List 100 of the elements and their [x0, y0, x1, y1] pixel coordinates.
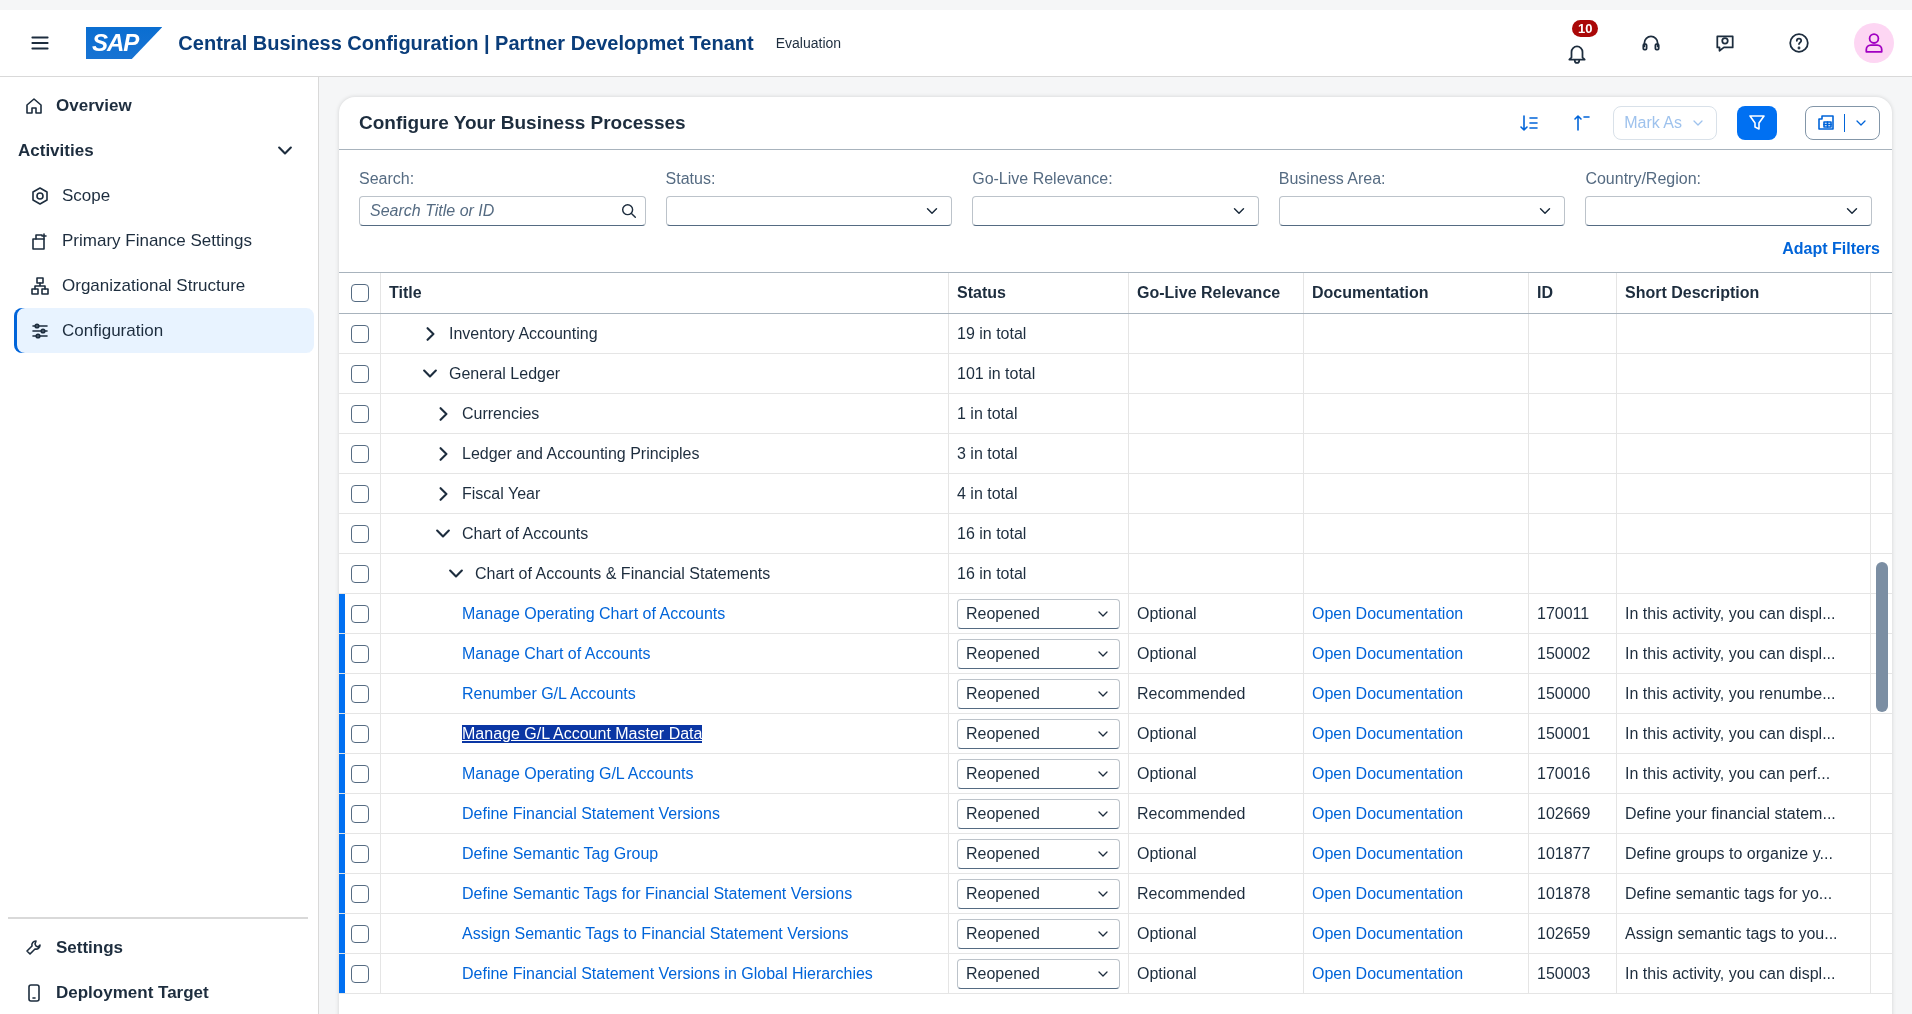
user-avatar[interactable] [1854, 23, 1894, 63]
scrollbar[interactable] [1876, 562, 1888, 712]
sidebar-item[interactable]: Scope [14, 173, 314, 218]
relevance-text: Optional [1137, 724, 1197, 743]
filter-label: Search: [359, 170, 416, 188]
relevance-text: Recommended [1137, 684, 1246, 703]
activity-link[interactable]: Manage G/L Account Master Data [462, 724, 703, 743]
relevance-text: Optional [1137, 764, 1197, 783]
activity-id: 101877 [1537, 844, 1591, 863]
app-title: Central Business Configuration | Partner Developmet Tenant [178, 31, 754, 55]
short-description: In this activity, you can displ... [1625, 644, 1836, 663]
group-title: General Ledger [449, 364, 561, 383]
adapt-filters-link[interactable]: Adapt Filters [1782, 240, 1880, 258]
status-dropdown[interactable]: Reopened [957, 678, 1120, 709]
row-checkbox[interactable] [350, 844, 369, 863]
select-all-checkbox[interactable] [350, 284, 369, 302]
status-dropdown[interactable]: Reopened [957, 918, 1120, 949]
short-description: In this activity, you can displ... [1625, 604, 1836, 623]
documentation-link[interactable]: Open Documentation [1312, 684, 1464, 703]
activity-link[interactable]: Assign Semantic Tags to Financial Statement Versions [462, 924, 849, 943]
row-checkbox[interactable] [350, 604, 369, 623]
row-checkbox[interactable] [350, 724, 369, 743]
filter-icon [1747, 113, 1767, 133]
activity-link[interactable]: Renumber G/L Accounts [462, 684, 636, 703]
row-checkbox[interactable] [350, 364, 369, 383]
documentation-link[interactable]: Open Documentation [1312, 804, 1464, 823]
wrench-icon [24, 937, 44, 958]
activity-link[interactable]: Define Semantic Tags for Financial Statement Versions [462, 884, 853, 903]
row-checkbox[interactable] [350, 804, 369, 823]
activity-id: 170016 [1537, 764, 1591, 783]
sliders-icon [30, 320, 50, 341]
sidebar-item[interactable]: Activities [8, 128, 308, 173]
short-description: Assign semantic tags to you... [1625, 924, 1838, 943]
card-title: Configure Your Business Processes [359, 112, 687, 134]
relevance-text: Optional [1137, 604, 1197, 623]
search-field[interactable]: Search Title or ID [359, 196, 646, 226]
relevance-text: Optional [1137, 844, 1197, 863]
short-description: Define your financial statem... [1625, 804, 1836, 823]
sidebar-item[interactable]: Overview [8, 83, 308, 128]
search-icon [619, 202, 638, 220]
activity-link[interactable]: Define Financial Statement Versions in Global Hierarchies [462, 964, 873, 983]
sidebar-item[interactable]: Organizational Structure [14, 263, 314, 308]
documentation-link[interactable]: Open Documentation [1312, 924, 1464, 943]
documentation-link[interactable]: Open Documentation [1312, 844, 1464, 863]
sidebar-item[interactable]: Primary Finance Settings [14, 218, 314, 263]
filter-button[interactable] [1737, 106, 1777, 140]
activity-id: 150000 [1537, 684, 1591, 703]
activity-id: 170011 [1537, 604, 1590, 623]
status-dropdown[interactable]: Reopened [957, 758, 1120, 789]
sidebar-item[interactable]: Settings [8, 925, 308, 970]
logo[interactable]: SAP [86, 27, 163, 59]
person-icon [1863, 32, 1885, 54]
activity-link[interactable]: Define Financial Statement Versions [462, 804, 720, 823]
row-checkbox[interactable] [350, 324, 369, 343]
export-menu-button[interactable] [1805, 106, 1880, 140]
documentation-link[interactable]: Open Documentation [1312, 724, 1464, 743]
column-header: Documentation [1304, 273, 1529, 313]
item-count: 1 in total [957, 404, 1018, 423]
status-dropdown[interactable]: Reopened [957, 958, 1120, 989]
sidebar-item[interactable]: Configuration [14, 308, 314, 353]
column-header: Title [381, 273, 949, 313]
row-checkbox[interactable] [350, 684, 369, 703]
filter-dropdown[interactable] [1585, 196, 1872, 226]
status-dropdown[interactable]: Reopened [957, 638, 1120, 669]
sidebar-item[interactable]: Deployment Target [8, 970, 308, 1014]
status-dropdown[interactable]: Reopened [957, 838, 1120, 869]
status-dropdown[interactable]: Reopened [957, 878, 1120, 909]
short-description: In this activity, you can displ... [1625, 964, 1836, 983]
documentation-link[interactable]: Open Documentation [1312, 884, 1464, 903]
status-dropdown[interactable]: Reopened [957, 598, 1120, 629]
filter-dropdown[interactable] [1278, 196, 1566, 226]
row-checkbox[interactable] [350, 924, 369, 943]
activity-link[interactable]: Manage Operating Chart of Accounts [462, 604, 726, 623]
documentation-link[interactable]: Open Documentation [1312, 604, 1464, 623]
row-checkbox[interactable] [350, 484, 369, 503]
row-checkbox[interactable] [350, 884, 369, 903]
row-checkbox[interactable] [350, 644, 369, 663]
row-checkbox[interactable] [350, 564, 369, 583]
group-title: Ledger and Accounting Principles [462, 444, 700, 463]
activity-link[interactable]: Manage Chart of Accounts [462, 644, 651, 663]
filter-label: Country/Region: [1585, 170, 1702, 188]
status-dropdown[interactable]: Reopened [957, 718, 1120, 749]
documentation-link[interactable]: Open Documentation [1312, 764, 1464, 783]
row-checkbox[interactable] [350, 964, 369, 983]
activity-id: 101878 [1537, 884, 1591, 903]
notification-count: 10 [1572, 20, 1599, 37]
row-checkbox[interactable] [350, 764, 369, 783]
row-checkbox[interactable] [350, 404, 369, 423]
row-checkbox[interactable] [350, 444, 369, 463]
filter-dropdown[interactable] [972, 196, 1259, 226]
activity-link[interactable]: Manage Operating G/L Accounts [462, 764, 694, 783]
row-checkbox[interactable] [350, 524, 369, 543]
filter-dropdown[interactable] [665, 196, 953, 226]
column-header: ID [1529, 273, 1617, 313]
activity-link[interactable]: Define Semantic Tag Group [462, 844, 659, 863]
documentation-link[interactable]: Open Documentation [1312, 964, 1464, 983]
sort-descending-icon [1519, 113, 1540, 133]
documentation-link[interactable]: Open Documentation [1312, 644, 1464, 663]
short-description: In this activity, you can perf... [1625, 764, 1831, 783]
status-dropdown[interactable]: Reopened [957, 798, 1120, 829]
